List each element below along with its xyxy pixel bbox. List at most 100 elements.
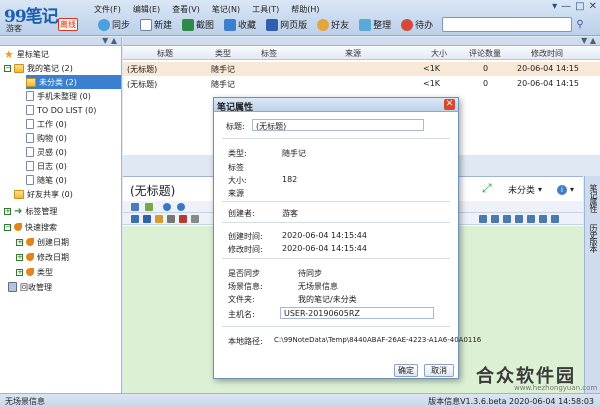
menu-file[interactable]: 文件(F) — [94, 4, 121, 15]
column-source[interactable]: 来源 — [345, 48, 361, 59]
sidebar-item-todo-list[interactable]: TO DO LIST (0) — [26, 103, 96, 117]
sidebar-item-starred[interactable]: ★ 星标笔记 — [4, 47, 49, 61]
expand-editor-icon[interactable]: ⤢ — [482, 181, 496, 195]
undo-icon[interactable] — [163, 203, 171, 211]
sidebar-item-essay[interactable]: 随笔 (0) — [26, 173, 67, 187]
sidebar-item-label: 快速搜索 — [25, 222, 57, 232]
list-column-headers: 标题 类型 标签 来源 大小 评论数量 修改时间 — [123, 47, 600, 60]
column-modified[interactable]: 修改时间 — [531, 48, 563, 59]
table-row[interactable]: (无标题) 随手记 <1K 0 20-06-04 14:15 — [123, 77, 600, 91]
date-tag-icon — [26, 238, 34, 246]
collapse-icon[interactable]: − — [4, 223, 11, 231]
ok-button[interactable]: 确定 — [394, 364, 418, 377]
menu-help[interactable]: 帮助(H) — [291, 4, 319, 15]
category-select[interactable]: 未分类 ▾ i ▾ — [508, 183, 574, 196]
cell-title: (无标题) — [127, 80, 158, 89]
list-number-icon[interactable] — [527, 215, 535, 223]
sync-label: 是否同步 — [228, 269, 260, 278]
sidebar-item-work[interactable]: 工作 (0) — [26, 117, 67, 131]
indent-icon[interactable] — [539, 215, 547, 223]
list-bullet-icon[interactable] — [515, 215, 523, 223]
align-left-icon[interactable] — [479, 215, 487, 223]
table-row[interactable]: (无标题) 随手记 <1K 0 20-06-04 14:15 — [123, 62, 600, 76]
outdent-icon[interactable] — [551, 215, 559, 223]
document-icon — [26, 147, 34, 157]
column-tag[interactable]: 标签 — [261, 48, 277, 59]
search-input[interactable] — [442, 17, 572, 32]
menu-note[interactable]: 笔记(N) — [212, 4, 240, 15]
type-tag-icon — [26, 268, 34, 276]
folder-icon — [14, 63, 24, 73]
sidebar-item-label: 未分类 (2) — [39, 77, 77, 87]
close-icon[interactable]: ✕ — [589, 1, 597, 12]
align-center-icon[interactable] — [491, 215, 499, 223]
collapse-icon[interactable]: − — [4, 64, 11, 72]
friends-button[interactable]: 好友 — [315, 17, 351, 32]
sidebar-item-inspiration[interactable]: 灵感 (0) — [26, 145, 67, 159]
pin-icon[interactable]: ▼ ▲ — [581, 36, 596, 45]
column-title[interactable]: 标题 — [157, 48, 173, 59]
sidebar-item-tags[interactable]: + ➜ 标签管理 — [4, 204, 57, 218]
sidebar-item-mobile[interactable]: 手机未整理 (0) — [26, 89, 91, 103]
web-clip-button[interactable]: 网页版 — [264, 17, 309, 32]
expand-icon[interactable]: + — [4, 207, 11, 215]
expand-icon[interactable]: + — [16, 268, 23, 276]
todo-button[interactable]: 待办 — [399, 17, 435, 32]
tab-note-properties[interactable]: 笔记属性 — [587, 184, 599, 212]
line-icon[interactable] — [191, 215, 199, 223]
username[interactable]: 游客 — [6, 23, 22, 34]
minimize-icon[interactable]: — — [561, 1, 571, 12]
creator-value: 游客 — [282, 209, 298, 218]
screenshot-button[interactable]: 截图 — [180, 17, 216, 32]
menu-arrow-icon[interactable]: ▾ — [552, 1, 557, 12]
collect-button[interactable]: 收藏 — [222, 17, 258, 32]
menu-tools[interactable]: 工具(T) — [252, 4, 279, 15]
save-icon[interactable] — [131, 203, 139, 211]
menu-edit[interactable]: 编辑(E) — [133, 4, 160, 15]
sidebar-item-shopping[interactable]: 购物 (0) — [26, 131, 67, 145]
sidebar-item-label: 标签管理 — [25, 206, 58, 216]
clip-icon[interactable] — [179, 215, 187, 223]
expand-icon[interactable]: + — [16, 253, 23, 261]
modified-label: 修改时间: — [228, 245, 263, 254]
sidebar-item-created-date[interactable]: + 创建日期 — [16, 235, 69, 249]
tab-history[interactable]: 历史版本 — [587, 224, 599, 252]
sync-button[interactable]: 同步 — [96, 17, 132, 32]
title-field[interactable]: (无标题) — [252, 119, 424, 131]
info-icon[interactable]: i — [557, 184, 568, 195]
column-size[interactable]: 大小 — [431, 48, 447, 59]
link-icon[interactable] — [143, 215, 151, 223]
sidebar-item-my-notes[interactable]: − 我的笔记 (2) — [4, 61, 73, 75]
date-tag-icon — [26, 253, 34, 261]
creator-label: 创建者: — [228, 209, 255, 218]
note-title[interactable]: (无标题) — [130, 182, 175, 199]
sidebar-item-modified-date[interactable]: + 修改日期 — [16, 250, 69, 264]
image-icon[interactable] — [155, 215, 163, 223]
maximize-icon[interactable]: □ — [575, 1, 584, 12]
organize-button[interactable]: 整理 — [357, 17, 393, 32]
attach-icon[interactable] — [145, 203, 153, 211]
sidebar-item-journal[interactable]: 日志 (0) — [26, 159, 67, 173]
search-icon[interactable]: ⚲ — [573, 17, 587, 32]
column-comments[interactable]: 评论数量 — [469, 48, 501, 59]
menu-view[interactable]: 查看(V) — [172, 4, 200, 15]
chevron-down-icon[interactable]: ▾ — [570, 185, 574, 194]
table-icon[interactable] — [167, 215, 175, 223]
check-icon[interactable] — [131, 215, 139, 223]
sidebar-item-quick-search[interactable]: − 快速搜索 — [4, 220, 57, 234]
cancel-button[interactable]: 取消 — [424, 364, 454, 377]
pin-icon[interactable]: ▼ ▲ — [102, 36, 117, 45]
sidebar-item-recycle[interactable]: 回收管理 — [8, 280, 52, 294]
expand-icon[interactable]: + — [16, 238, 23, 246]
column-type[interactable]: 类型 — [215, 48, 231, 59]
sidebar-item-shared[interactable]: 好友共享 (0) — [14, 187, 73, 201]
close-icon[interactable]: ✕ — [444, 99, 455, 110]
sidebar-item-uncategorized[interactable]: 未分类 (2) — [26, 75, 121, 89]
sidebar-item-label: 工作 (0) — [37, 119, 67, 129]
sidebar-item-type[interactable]: + 类型 — [16, 265, 53, 279]
new-note-button[interactable]: 新建 — [138, 17, 174, 32]
cell-size: <1K — [423, 79, 441, 88]
host-field[interactable]: USER-20190605RZ — [280, 307, 434, 319]
align-right-icon[interactable] — [503, 215, 511, 223]
redo-icon[interactable] — [177, 203, 185, 211]
